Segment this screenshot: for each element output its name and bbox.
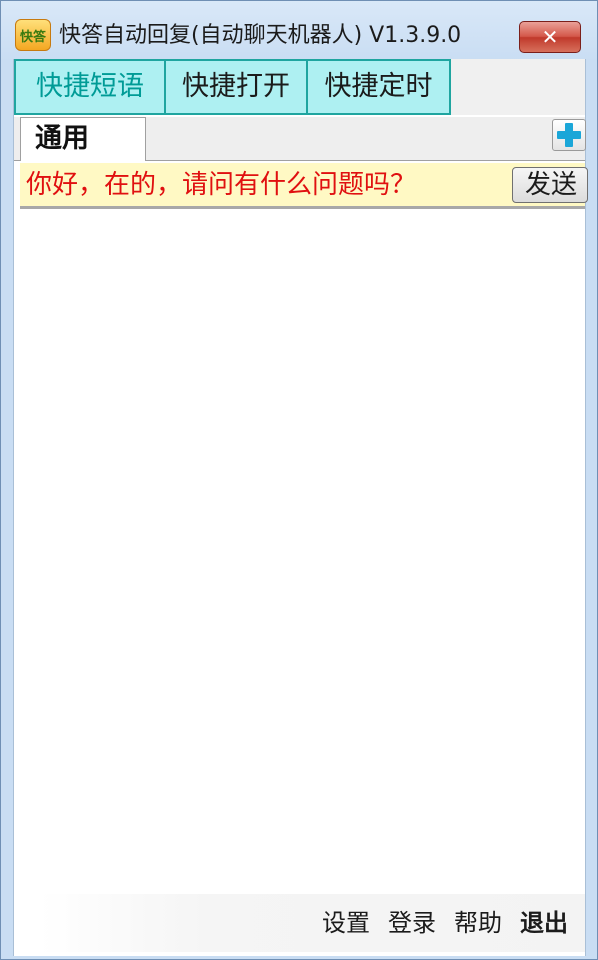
window-title: 快答自动回复(自动聊天机器人) V1.3.9.0 bbox=[59, 23, 462, 48]
category-tab-bar: 通用 bbox=[14, 117, 585, 161]
tab-quick-open[interactable]: 快捷打开 bbox=[164, 59, 308, 115]
close-icon: ✕ bbox=[541, 25, 559, 49]
footer-bar: 设置 登录 帮助 退出 bbox=[40, 894, 585, 952]
login-link[interactable]: 登录 bbox=[388, 904, 436, 942]
phrase-list-item[interactable]: 你好，在的，请问有什么问题吗？ 发送 bbox=[20, 163, 588, 209]
exit-link[interactable]: 退出 bbox=[520, 904, 568, 942]
app-logo-icon: 快答 bbox=[15, 19, 51, 51]
title-bar[interactable]: 快答 快答自动回复(自动聊天机器人) V1.3.9.0 ✕ bbox=[1, 1, 597, 59]
tab-quick-phrases[interactable]: 快捷短语 bbox=[14, 59, 166, 115]
phrase-text[interactable]: 你好，在的，请问有什么问题吗？ bbox=[26, 163, 416, 207]
main-panel: 快捷短语 快捷打开 快捷定时 通用 你好，在的，请问有什么问题吗？ 发送 设置 … bbox=[13, 59, 588, 956]
app-icon-text: 快答 bbox=[19, 29, 46, 45]
send-button[interactable]: 发送 bbox=[512, 167, 588, 203]
phrase-list-empty-area bbox=[20, 211, 585, 891]
close-button[interactable]: ✕ bbox=[519, 21, 581, 53]
add-category-button[interactable] bbox=[552, 119, 586, 151]
app-window: 快答 快答自动回复(自动聊天机器人) V1.3.9.0 ✕ 快捷短语 快捷打开 … bbox=[0, 0, 598, 960]
help-link[interactable]: 帮助 bbox=[454, 904, 502, 942]
plus-icon bbox=[557, 123, 581, 147]
main-tab-bar: 快捷短语 快捷打开 快捷定时 bbox=[14, 59, 585, 115]
tab-quick-timer[interactable]: 快捷定时 bbox=[306, 59, 451, 115]
settings-link[interactable]: 设置 bbox=[322, 904, 370, 942]
category-tab-general[interactable]: 通用 bbox=[20, 117, 146, 161]
